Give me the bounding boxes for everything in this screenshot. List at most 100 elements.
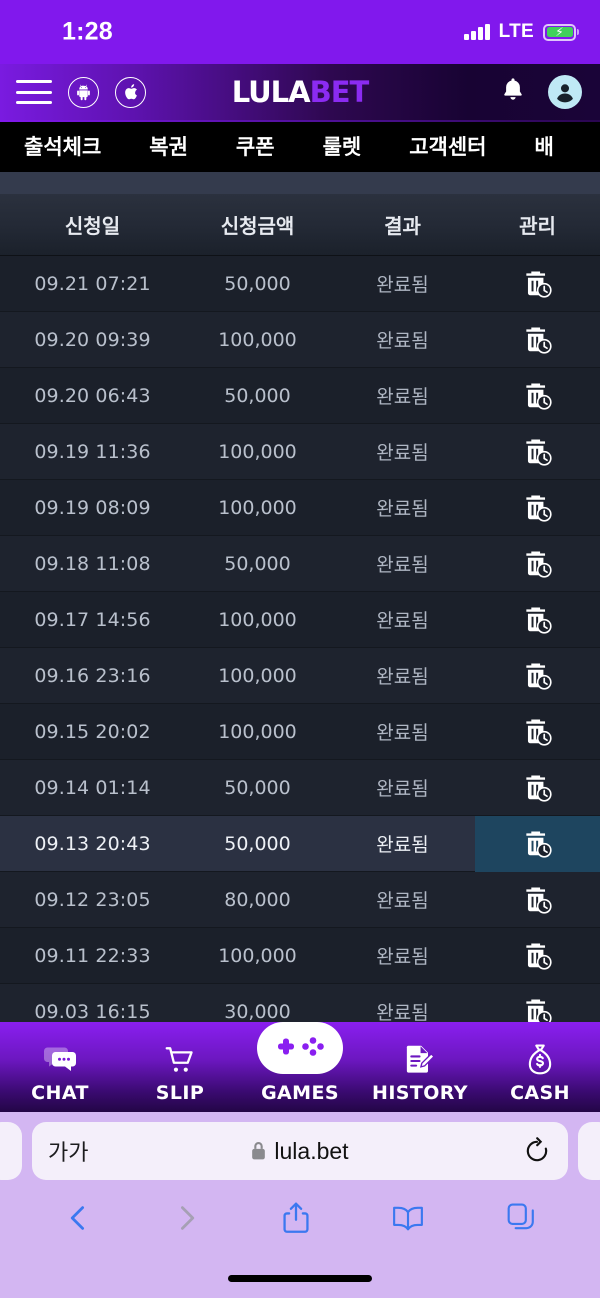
nav-tab-attendance[interactable]: 출석체크 [0,131,125,161]
table-header-row: 신청일 신청금액 결과 관리 [0,194,600,256]
table-row[interactable]: 09.21 07:21 50,000 완료됨 [0,256,600,312]
user-avatar-icon[interactable] [548,75,582,109]
bottom-nav-item-cash[interactable]: CASH [480,1042,600,1104]
delete-request-button[interactable] [475,648,600,704]
book-icon[interactable] [392,1204,424,1237]
cell-date: 09.21 07:21 [34,272,151,295]
table-row[interactable]: 09.11 22:33 100,000 완료됨 [0,928,600,984]
cell-result: 완료됨 [376,666,429,688]
bottom-nav-item-chat[interactable]: CHAT [0,1042,120,1104]
delete-request-button[interactable] [475,760,600,816]
android-icon[interactable] [68,76,99,108]
cell-amount: 30,000 [224,1000,291,1023]
hamburger-menu-icon[interactable] [16,80,52,104]
bottom-navigation: CHAT SLIP GAMES HISTORY CASH [0,1022,600,1112]
lock-icon [252,1141,266,1159]
cell-result: 완료됨 [376,610,429,632]
bottom-nav-label-cash: CASH [510,1082,570,1104]
cell-date: 09.18 11:08 [34,552,151,575]
delete-request-button[interactable] [475,256,600,312]
safari-url-display: lula.bet [32,1138,568,1165]
cell-amount: 100,000 [218,720,297,743]
logo-text-secondary: BET [309,74,370,109]
cell-amount: 100,000 [218,608,297,631]
table-row[interactable]: 09.20 06:43 50,000 완료됨 [0,368,600,424]
table-row[interactable]: 09.14 01:14 50,000 완료됨 [0,760,600,816]
bottom-nav-label-history: HISTORY [372,1082,468,1104]
cell-amount: 50,000 [224,832,291,855]
cell-result: 완료됨 [376,1002,429,1024]
cell-amount: 100,000 [218,944,297,967]
table-row[interactable]: 09.19 08:09 100,000 완료됨 [0,480,600,536]
nav-tab-customer-center[interactable]: 고객센터 [385,131,510,161]
safari-toolbar [0,1190,600,1250]
delete-request-button[interactable] [475,312,600,368]
table-row[interactable]: 09.16 23:16 100,000 완료됨 [0,648,600,704]
logo-text-primary: LULA [231,74,311,109]
cell-date: 09.19 11:36 [34,440,151,463]
cell-result: 완료됨 [376,386,429,408]
cell-date: 09.03 16:15 [34,1000,151,1023]
cell-date: 09.20 06:43 [34,384,151,407]
bottom-nav-label-chat: CHAT [31,1082,89,1104]
safari-next-tab[interactable] [578,1122,600,1180]
app-header: LULABET [0,64,600,120]
table-row[interactable]: 09.15 20:02 100,000 완료됨 [0,704,600,760]
table-row[interactable]: 09.19 11:36 100,000 완료됨 [0,424,600,480]
delete-request-button[interactable] [475,536,600,592]
table-row[interactable]: 09.20 09:39 100,000 완료됨 [0,312,600,368]
delete-request-button[interactable] [475,368,600,424]
cell-amount: 50,000 [224,272,291,295]
shopping-cart-icon [165,1042,195,1076]
column-header-result: 결과 [384,214,421,238]
cell-result: 완료됨 [376,946,429,968]
delete-request-button[interactable] [475,424,600,480]
cell-result: 완료됨 [376,554,429,576]
delete-request-button[interactable] [475,592,600,648]
money-bag-icon [525,1042,555,1076]
table-row[interactable]: 09.12 23:05 80,000 완료됨 [0,872,600,928]
nav-tab-partial[interactable]: 배 [510,131,577,161]
cell-result: 완료됨 [376,722,429,744]
chevron-right-icon [174,1203,200,1238]
gamepad-icon [257,1022,343,1074]
nav-tab-lottery[interactable]: 복권 [125,131,212,161]
table-row[interactable]: 09.18 11:08 50,000 완료됨 [0,536,600,592]
table-row[interactable]: 09.17 14:56 100,000 완료됨 [0,592,600,648]
chevron-left-icon[interactable] [65,1203,91,1238]
delete-request-button[interactable] [475,704,600,760]
cell-date: 09.16 23:16 [34,664,151,687]
bottom-nav-item-history[interactable]: HISTORY [360,1042,480,1104]
cell-result: 완료됨 [376,498,429,520]
table-row[interactable]: 09.13 20:43 50,000 완료됨 [0,815,600,872]
share-icon[interactable] [282,1202,310,1239]
bottom-nav-item-slip[interactable]: SLIP [120,1042,240,1104]
bell-icon[interactable] [500,76,526,109]
reload-icon[interactable] [524,1137,550,1165]
cell-date: 09.15 20:02 [34,720,151,743]
safari-address-bar[interactable]: 가가 lula.bet [32,1122,568,1180]
delete-request-button[interactable] [475,872,600,928]
cell-result: 완료됨 [376,834,429,856]
bottom-nav-item-games[interactable]: GAMES [240,1022,360,1104]
delete-request-button[interactable] [475,815,600,872]
cell-amount: 100,000 [218,440,297,463]
apple-icon[interactable] [115,76,146,108]
nav-tab-roulette[interactable]: 룰렛 [299,131,386,161]
delete-request-button[interactable] [475,928,600,984]
cell-date: 09.17 14:56 [34,608,151,631]
status-indicators: LTE ⚡ [464,21,576,43]
cell-amount: 100,000 [218,328,297,351]
tabs-icon[interactable] [507,1203,535,1238]
cell-result: 완료됨 [376,442,429,464]
nav-tab-coupon[interactable]: 쿠폰 [212,131,299,161]
cell-amount: 50,000 [224,776,291,799]
app-logo[interactable]: LULABET [231,74,370,109]
cell-result: 완료됨 [376,274,429,296]
status-bar: 1:28 LTE ⚡ [0,0,600,64]
cell-date: 09.14 01:14 [34,776,151,799]
delete-request-button[interactable] [475,480,600,536]
nav-tabs[interactable]: 출석체크 복권 쿠폰 룰렛 고객센터 배 [0,120,600,172]
safari-url-text: lula.bet [274,1137,349,1164]
safari-previous-tab[interactable] [0,1122,22,1180]
